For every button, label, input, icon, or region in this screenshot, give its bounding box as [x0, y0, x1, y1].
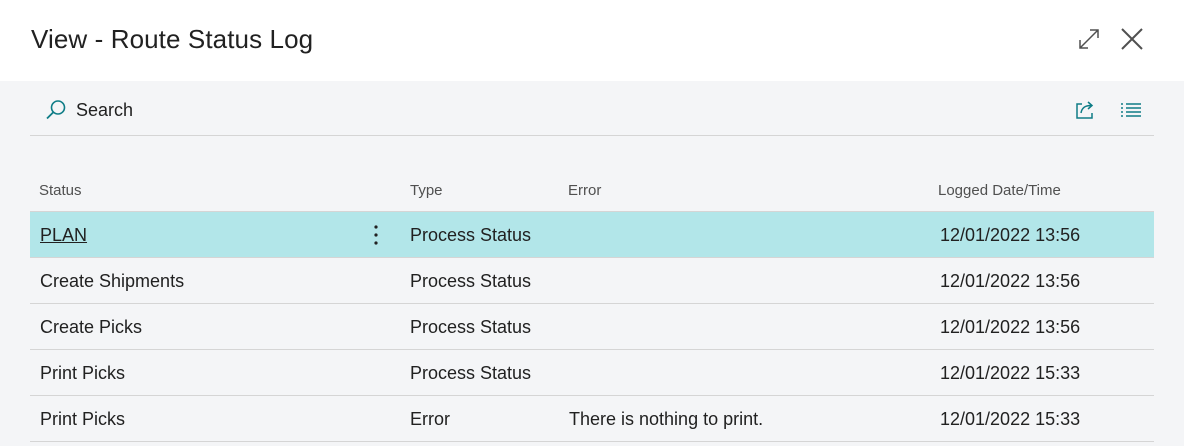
share-icon: [1076, 101, 1094, 119]
logged-date-time-cell: 12/01/2022 13:56: [940, 317, 1081, 337]
status-cell: Create Picks: [40, 317, 143, 337]
close-icon: [1121, 28, 1143, 50]
table-row[interactable]: Print Picks Process Status 12/01/2022 15…: [30, 350, 1154, 396]
expand-icon: [1079, 29, 1099, 49]
column-header-logged-date-time[interactable]: Logged Date/Time: [938, 182, 1061, 199]
type-cell: Process Status: [410, 271, 532, 291]
type-cell: Error: [410, 409, 450, 429]
column-header-type[interactable]: Type: [410, 182, 443, 199]
status-cell: Print Picks: [40, 363, 126, 383]
table-row[interactable]: Print Picks Error There is nothing to pr…: [30, 396, 1154, 442]
column-header-error[interactable]: Error: [568, 182, 601, 199]
search-label: Search: [76, 99, 134, 120]
search-button[interactable]: Search: [44, 96, 133, 124]
table-row[interactable]: Create Picks Process Status 12/01/2022 1…: [30, 304, 1154, 350]
expand-button[interactable]: [1074, 24, 1104, 54]
logged-date-time-cell: 12/01/2022 15:33: [940, 409, 1081, 429]
search-icon: [46, 100, 66, 120]
status-cell: Create Shipments: [40, 271, 185, 291]
table-row[interactable]: PLAN Process Status 12/01/2022 13:56: [30, 212, 1154, 258]
logged-date-time-cell: 12/01/2022 13:56: [940, 271, 1081, 291]
page-title: View - Route Status Log: [31, 24, 314, 54]
more-vertical-icon: [374, 225, 378, 245]
logged-date-time-cell: 12/01/2022 15:33: [940, 363, 1081, 383]
share-button[interactable]: [1071, 96, 1099, 124]
logged-date-time-cell: 12/01/2022 13:56: [940, 225, 1081, 245]
type-cell: Process Status: [410, 363, 532, 383]
status-cell: Print Picks: [40, 409, 126, 429]
close-button[interactable]: [1117, 24, 1147, 54]
column-header-status[interactable]: Status: [39, 182, 82, 199]
type-cell: Process Status: [410, 225, 532, 245]
status-cell[interactable]: PLAN: [40, 225, 87, 246]
row-actions-button[interactable]: [366, 223, 386, 247]
list-view-icon: [1121, 103, 1141, 117]
action-bar: Search: [30, 88, 1154, 136]
type-cell: Process Status: [410, 317, 532, 337]
list-view-button[interactable]: [1117, 96, 1145, 124]
table-row[interactable]: Create Shipments Process Status 12/01/20…: [30, 258, 1154, 304]
status-log-grid: Status Type Error Logged Date/Time PLAN …: [30, 168, 1154, 442]
error-cell: There is nothing to print.: [569, 409, 764, 429]
grid-header: Status Type Error Logged Date/Time: [30, 168, 1154, 212]
dialog-header: View - Route Status Log: [0, 0, 1184, 81]
